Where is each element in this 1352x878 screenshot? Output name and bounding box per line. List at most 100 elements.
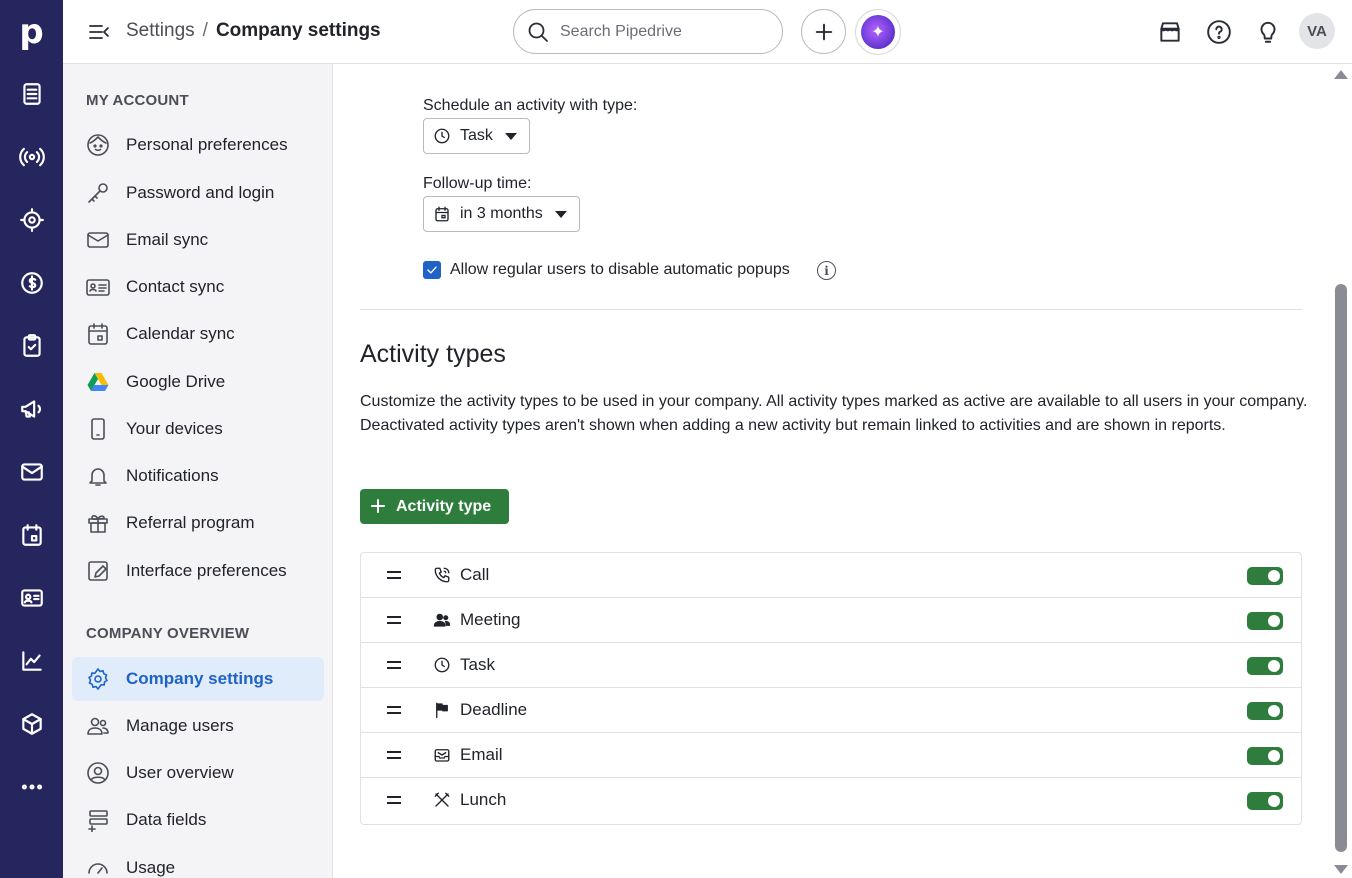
- drag-handle-icon[interactable]: [387, 661, 401, 671]
- sidebar-item-label: Google Drive: [126, 372, 226, 391]
- sidebar-item-referral-program[interactable]: Referral program: [72, 501, 324, 545]
- top-header: Settings / Company settings Search Piped…: [63, 0, 1352, 64]
- drag-handle-icon[interactable]: [387, 571, 401, 581]
- activity-types-list: Call Meeting Task Deadline Email Lunch: [360, 552, 1302, 825]
- active-toggle[interactable]: [1247, 792, 1283, 810]
- breadcrumb-separator: /: [202, 20, 208, 41]
- sidebar-item-usage[interactable]: Usage: [72, 846, 324, 878]
- schedule-type-select[interactable]: Task: [423, 118, 530, 154]
- plus-icon: [815, 23, 832, 40]
- add-activity-type-button[interactable]: Activity type: [360, 489, 510, 524]
- page-scrollbar[interactable]: [1330, 64, 1352, 878]
- sidebar-item-user-overview[interactable]: User overview: [72, 751, 324, 795]
- followup-time-select[interactable]: in 3 months: [423, 196, 580, 232]
- sidebar-item-manage-users[interactable]: Manage users: [72, 704, 324, 748]
- search-icon: [526, 20, 550, 44]
- followup-time-value: in 3 months: [460, 205, 543, 222]
- gear-icon: [86, 667, 110, 691]
- people-icon: [433, 611, 451, 629]
- activity-type-name: Deadline: [460, 700, 528, 719]
- help-icon[interactable]: [1206, 19, 1232, 45]
- bell-icon: [86, 464, 110, 488]
- breadcrumb-settings[interactable]: Settings: [126, 20, 195, 42]
- sidebar-item-company-settings[interactable]: Company settings: [72, 657, 324, 701]
- check-icon: [427, 266, 437, 274]
- ai-assistant-button[interactable]: ✦: [855, 9, 901, 55]
- sidebar-item-label: Manage users: [126, 716, 234, 735]
- google-drive-icon: [86, 370, 110, 394]
- users-icon: [86, 714, 110, 738]
- search-input[interactable]: Search Pipedrive: [513, 9, 783, 54]
- sidebar-item-label: Company settings: [126, 669, 274, 688]
- gift-icon: [86, 511, 110, 535]
- schedule-type-label: Schedule an activity with type:: [423, 97, 638, 114]
- schedule-type-value: Task: [460, 127, 493, 144]
- tips-lightbulb-icon[interactable]: [1255, 19, 1281, 45]
- target-icon[interactable]: [16, 204, 47, 235]
- gauge-icon: [86, 856, 110, 878]
- menu-toggle-icon[interactable]: [87, 20, 111, 44]
- allow-disable-popups-checkbox[interactable]: [423, 261, 441, 279]
- activity-type-name: Task: [460, 655, 495, 674]
- sidebar-item-google-drive[interactable]: Google Drive: [72, 360, 324, 404]
- scrollbar-thumb[interactable]: [1335, 284, 1347, 852]
- scroll-up-arrow-icon[interactable]: [1334, 70, 1348, 79]
- calendar-rail-icon[interactable]: [16, 519, 47, 550]
- avatar[interactable]: VA: [1299, 13, 1335, 49]
- drag-handle-icon[interactable]: [387, 751, 401, 761]
- sidebar-item-personal-preferences[interactable]: Personal preferences: [72, 123, 324, 167]
- sidebar-item-label: Data fields: [126, 810, 207, 829]
- envelope-icon: [86, 228, 110, 252]
- sidebar-item-label: Contact sync: [126, 277, 225, 296]
- deals-icon[interactable]: [16, 267, 47, 298]
- activities-icon[interactable]: [16, 330, 47, 361]
- sidebar-item-contact-sync[interactable]: Contact sync: [72, 265, 324, 309]
- clock-icon: [433, 127, 451, 145]
- insights-icon[interactable]: [16, 645, 47, 676]
- sidebar-item-password-login[interactable]: Password and login: [72, 171, 324, 215]
- more-icon[interactable]: [16, 771, 47, 802]
- drag-handle-icon[interactable]: [387, 706, 401, 716]
- drag-handle-icon[interactable]: [387, 616, 401, 626]
- flag-icon: [433, 701, 451, 719]
- active-toggle[interactable]: [1247, 567, 1283, 585]
- sidebar-item-your-devices[interactable]: Your devices: [72, 407, 324, 451]
- active-toggle[interactable]: [1247, 702, 1283, 720]
- allow-disable-popups-label[interactable]: Allow regular users to disable automatic…: [450, 261, 790, 279]
- activity-type-name: Lunch: [460, 790, 507, 809]
- active-toggle[interactable]: [1247, 657, 1283, 675]
- sidebar-item-interface-preferences[interactable]: Interface preferences: [72, 549, 324, 593]
- campaigns-icon[interactable]: [16, 393, 47, 424]
- products-icon[interactable]: [16, 708, 47, 739]
- company-overview-heading: COMPANY OVERVIEW: [86, 625, 250, 642]
- activity-type-row-meeting: Meeting: [361, 598, 1301, 643]
- sidebar-item-label: Personal preferences: [126, 135, 288, 154]
- leads-icon[interactable]: [16, 78, 47, 109]
- sidebar-item-data-fields[interactable]: Data fields: [72, 798, 324, 842]
- active-toggle[interactable]: [1247, 612, 1283, 630]
- breadcrumb: Settings / Company settings: [126, 20, 381, 42]
- my-account-heading: MY ACCOUNT: [86, 92, 189, 109]
- activity-types-heading: Activity types: [360, 340, 506, 368]
- inbox-icon: [433, 746, 451, 764]
- activity-type-name: Email: [460, 745, 503, 764]
- drag-handle-icon[interactable]: [387, 796, 401, 806]
- sidebar-item-notifications[interactable]: Notifications: [72, 454, 324, 498]
- mail-icon[interactable]: [16, 456, 47, 487]
- contacts-icon[interactable]: [16, 582, 47, 613]
- activity-type-row-email: Email: [361, 733, 1301, 778]
- sidebar-item-label: User overview: [126, 763, 234, 782]
- info-icon[interactable]: i: [817, 261, 836, 280]
- marketplace-icon[interactable]: [1157, 19, 1183, 45]
- pipedrive-logo[interactable]: p: [0, 0, 63, 63]
- active-toggle[interactable]: [1247, 747, 1283, 765]
- quick-add-button[interactable]: [801, 9, 846, 54]
- broadcast-icon[interactable]: [16, 141, 47, 172]
- sidebar-item-label: Usage: [126, 858, 176, 877]
- pen-square-icon: [86, 559, 110, 583]
- sidebar-item-email-sync[interactable]: Email sync: [72, 218, 324, 262]
- sidebar-item-calendar-sync[interactable]: Calendar sync: [72, 312, 324, 356]
- phone-icon: [86, 417, 110, 441]
- scroll-down-arrow-icon[interactable]: [1334, 865, 1348, 874]
- activity-type-row-lunch: Lunch: [361, 778, 1301, 824]
